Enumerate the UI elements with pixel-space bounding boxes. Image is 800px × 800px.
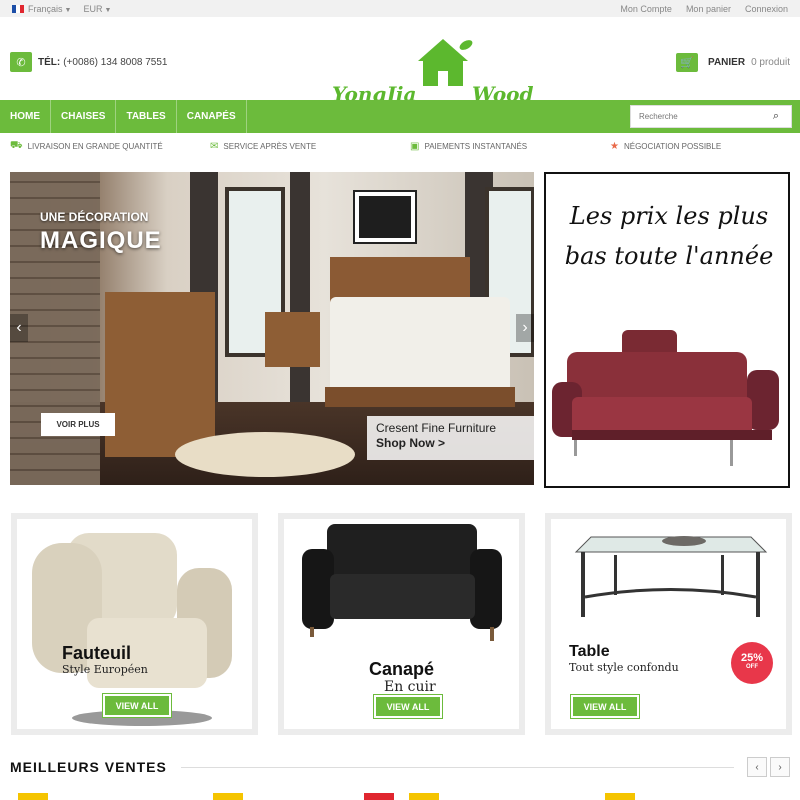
phone-icon: ✆ [10, 52, 32, 72]
nav-item-chaises[interactable]: CHAISES [51, 100, 117, 133]
card-subtitle: Tout style confondu [569, 661, 679, 674]
top-bar: Français ▼ EUR ▼ Mon Compte Mon panier Con… [0, 0, 800, 17]
card-subtitle: Style Européen [62, 663, 148, 676]
search-input[interactable] [631, 106, 766, 127]
feature-negotiation: ★ NÉGOCIATION POSSIBLE [610, 141, 722, 152]
banner-nightstand [265, 312, 320, 367]
language-selector[interactable]: Français ▼ [12, 4, 71, 14]
card-subtitle: En cuir [384, 679, 436, 695]
my-cart-link[interactable]: Mon panier [686, 4, 731, 14]
category-card-sofa[interactable]: Canapé En cuir VIEW ALL [278, 513, 525, 735]
nav-item-canapes[interactable]: CANAPÉS [177, 100, 247, 133]
hero-slider: UNE DÉCORATION MAGIQUE VOIR PLUS ‹ › Cre… [10, 172, 534, 485]
view-all-button[interactable]: VIEW ALL [373, 694, 443, 719]
best-sellers-header: MEILLEURS VENTES ‹ › [10, 757, 790, 777]
section-divider [180, 766, 734, 768]
login-link[interactable]: Connexion [745, 4, 788, 14]
currency-selector[interactable]: EUR ▼ [83, 4, 111, 14]
feature-delivery: ⛟ LIVRAISON EN GRANDE QUANTITÉ [10, 140, 163, 151]
logo-leaf-icon [459, 40, 473, 50]
main-nav: HOME CHAISES TABLES CANAPÉS ⌕ [0, 100, 800, 133]
banner-curtain [290, 172, 310, 402]
leather-sofa-image [302, 524, 502, 641]
nav-item-home[interactable]: HOME [0, 100, 51, 133]
account-link[interactable]: Mon Compte [620, 4, 672, 14]
slider-prev-arrow-icon[interactable]: ‹ [10, 314, 28, 342]
product-badge-stripe [213, 793, 243, 800]
slider-next-arrow-icon[interactable]: › [516, 314, 534, 342]
view-all-button[interactable]: VIEW ALL [570, 694, 640, 719]
banner-picture-frame [353, 190, 417, 244]
carousel-prev-icon[interactable]: ‹ [747, 757, 767, 777]
promo-box[interactable]: Les prix les plus bas toute l'année [544, 172, 790, 488]
caret-down-icon: ▼ [64, 6, 72, 14]
see-more-button[interactable]: VOIR PLUS [41, 413, 115, 436]
promo-text: Les prix les plus bas toute l'année [564, 202, 774, 270]
site-logo[interactable]: YongJia Wood [330, 39, 540, 109]
view-all-button[interactable]: VIEW ALL [102, 693, 172, 718]
banner-subtitle: UNE DÉCORATION [40, 210, 149, 224]
discount-badge: 25% OFF [731, 642, 773, 684]
category-card-table[interactable]: Table Tout style confondu 25% OFF VIEW A… [545, 513, 792, 735]
chat-icon: ✉ [210, 141, 219, 152]
phone-contact: ✆ TÉL: (+0086) 134 8008 7551 [10, 52, 167, 72]
search-box: ⌕ [630, 105, 792, 128]
product-badge-stripe [18, 793, 48, 800]
logo-house-roof [418, 39, 468, 61]
red-sofa-image [552, 330, 779, 466]
carousel-next-icon[interactable]: › [770, 757, 790, 777]
french-flag-icon [12, 5, 24, 14]
banner-bed-base [325, 387, 515, 407]
card-title: Fauteuil [62, 643, 132, 663]
banner-dresser [105, 292, 215, 457]
nav-item-tables[interactable]: TABLES [116, 100, 177, 133]
category-card-armchair[interactable]: Fauteuil Style Européen VIEW ALL [11, 513, 258, 735]
caret-down-icon: ▼ [104, 6, 112, 14]
search-icon[interactable]: ⌕ [766, 110, 786, 123]
cart-summary[interactable]: 🛒 PANIER 0 produit [676, 53, 790, 72]
glass-table-image [574, 536, 768, 617]
product-badge-stripe [605, 793, 635, 800]
product-badge-stripe [364, 793, 394, 800]
cart-icon: 🛒 [676, 53, 699, 72]
features-bar: ⛟ LIVRAISON EN GRANDE QUANTITÉ ✉ SERVICE A… [0, 133, 800, 160]
banner-rug [175, 432, 355, 477]
truck-icon: ⛟ [10, 140, 23, 151]
brand-tag[interactable]: Cresent Fine Furniture Shop Now > [367, 416, 534, 460]
product-badge-stripe [409, 793, 439, 800]
money-icon: ▣ [410, 141, 420, 152]
site-header: ✆ TÉL: (+0086) 134 8008 7551 YongJia Wood… [0, 17, 800, 106]
star-icon: ★ [610, 141, 619, 152]
section-title: MEILLEURS VENTES [10, 759, 167, 775]
card-title: Canapé [369, 659, 435, 679]
feature-service: ✉ SERVICE APRÈS VENTE [210, 141, 317, 152]
banner-bed [330, 297, 510, 392]
logo-house-door [438, 71, 448, 86]
banner-title: MAGIQUE [40, 227, 162, 254]
feature-payment: ▣ PAIEMENTS INSTANTANÉS [410, 141, 528, 152]
card-title: Table [569, 643, 610, 660]
